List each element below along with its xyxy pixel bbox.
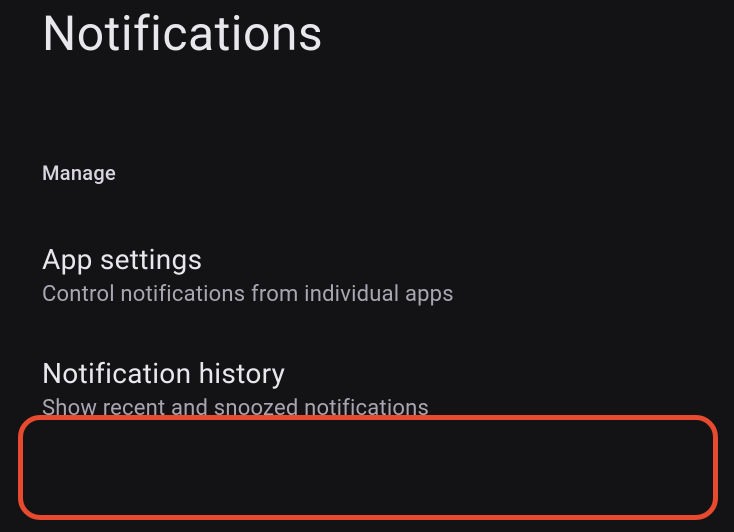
- section-header-manage: Manage: [0, 62, 734, 185]
- item-title: Notification history: [42, 357, 692, 390]
- highlight-annotation: [18, 415, 718, 520]
- settings-item-notification-history[interactable]: Notification history Show recent and sno…: [0, 357, 734, 421]
- item-description: Show recent and snoozed notifications: [42, 396, 692, 421]
- item-description: Control notifications from individual ap…: [42, 282, 692, 307]
- item-title: App settings: [42, 243, 692, 276]
- page-title: Notifications: [0, 0, 734, 62]
- settings-item-app-settings[interactable]: App settings Control notifications from …: [0, 243, 734, 307]
